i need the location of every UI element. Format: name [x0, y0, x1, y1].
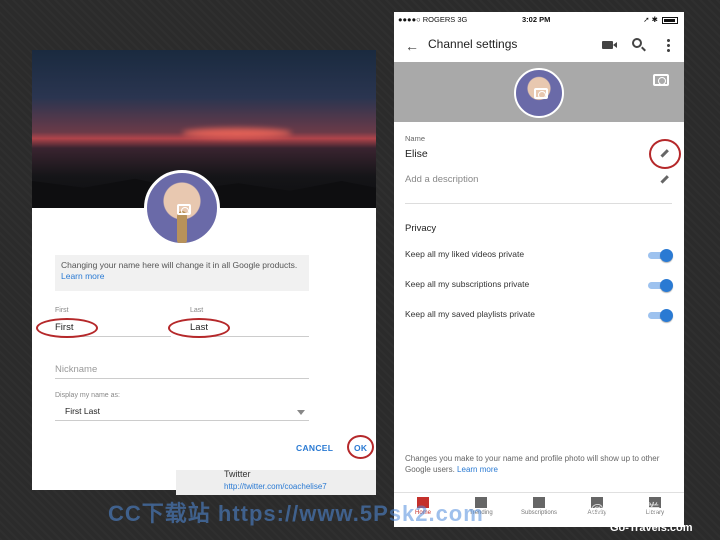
banner-camera-icon[interactable] — [653, 74, 669, 86]
first-annotation-oval — [36, 318, 98, 338]
display-underline — [55, 420, 309, 421]
background-twitter-title: Twitter — [224, 469, 251, 479]
nav-subscriptions-label: Subscriptions — [520, 510, 558, 516]
background-page-strip: Twitter http://twitter.com/coachelise7 — [176, 469, 376, 495]
toggle-knob — [660, 249, 673, 262]
sunset-reflection — [182, 128, 292, 138]
notice-text: Changing your name here will change it i… — [61, 260, 298, 270]
profile-avatar[interactable] — [144, 170, 220, 246]
last-annotation-oval — [168, 318, 230, 338]
site-badge: Go-Travels.com — [610, 522, 693, 534]
status-bar: ●●●●○ ROGERS 3G 3:02 PM ➚ ✱ — [394, 12, 684, 28]
last-label: Last — [190, 307, 204, 314]
background-twitter-link: http://twitter.com/coachelise7 — [224, 482, 327, 491]
learn-more-link[interactable]: Learn more — [61, 271, 104, 281]
edit-name-dialog: Changing your name here will change it i… — [32, 50, 376, 490]
ok-annotation-oval — [347, 435, 374, 459]
pencil-annotation-oval — [649, 139, 681, 169]
more-vert-icon[interactable] — [667, 38, 670, 52]
privacy-subscriptions-toggle[interactable] — [648, 279, 673, 292]
watermark-left: CC下载站 https://www.5Psk2.com — [108, 501, 484, 526]
avatar-hair — [177, 211, 187, 243]
edit-description-pencil-icon[interactable] — [660, 175, 669, 184]
section-divider — [405, 203, 672, 204]
channel-settings-screen: ●●●●○ ROGERS 3G 3:02 PM ➚ ✱ ← Channel se… — [394, 12, 684, 527]
description-input[interactable]: Add a description — [405, 174, 478, 185]
cancel-button[interactable]: CANCEL — [296, 443, 333, 453]
name-label: Name — [405, 134, 426, 143]
watermark-right: 知乎 @雨后帘卷 — [558, 501, 661, 517]
privacy-heading: Privacy — [405, 223, 437, 234]
carrier-signal: ●●●●○ ROGERS 3G — [398, 15, 468, 24]
page-title: Channel settings — [428, 37, 518, 51]
channel-name: Elise — [405, 148, 428, 160]
name-change-notice: Changing your name here will change it i… — [55, 255, 309, 291]
app-bar: ← Channel settings — [394, 28, 684, 62]
first-label: First — [55, 307, 69, 314]
status-time: 3:02 PM — [522, 15, 551, 24]
channel-avatar[interactable] — [514, 68, 564, 118]
dropdown-arrow-icon[interactable] — [297, 410, 305, 415]
avatar-camera-icon[interactable] — [534, 88, 548, 99]
camera-icon[interactable] — [177, 204, 191, 215]
privacy-liked-toggle[interactable] — [648, 249, 673, 262]
video-camera-icon[interactable] — [602, 41, 617, 49]
display-name-label: Display my name as: — [55, 392, 120, 399]
toggle-knob — [660, 309, 673, 322]
privacy-playlists-toggle[interactable] — [648, 309, 673, 322]
nickname-underline — [55, 378, 309, 379]
nickname-input[interactable]: Nickname — [55, 364, 97, 375]
search-icon[interactable] — [632, 38, 642, 48]
footer-note-text: Changes you make to your name and profil… — [405, 454, 660, 474]
profile-change-note: Changes you make to your name and profil… — [405, 454, 675, 476]
footer-learn-more-link[interactable]: Learn more — [457, 465, 498, 474]
subscriptions-icon — [533, 497, 545, 508]
privacy-liked-label: Keep all my liked videos private — [405, 249, 525, 259]
display-name-select[interactable]: First Last — [65, 406, 100, 416]
back-arrow-icon[interactable]: ← — [405, 39, 419, 53]
privacy-playlists-label: Keep all my saved playlists private — [405, 309, 535, 319]
privacy-subscriptions-label: Keep all my subscriptions private — [405, 279, 530, 289]
toggle-knob — [660, 279, 673, 292]
battery-icon: ➚ ✱ — [643, 15, 678, 24]
